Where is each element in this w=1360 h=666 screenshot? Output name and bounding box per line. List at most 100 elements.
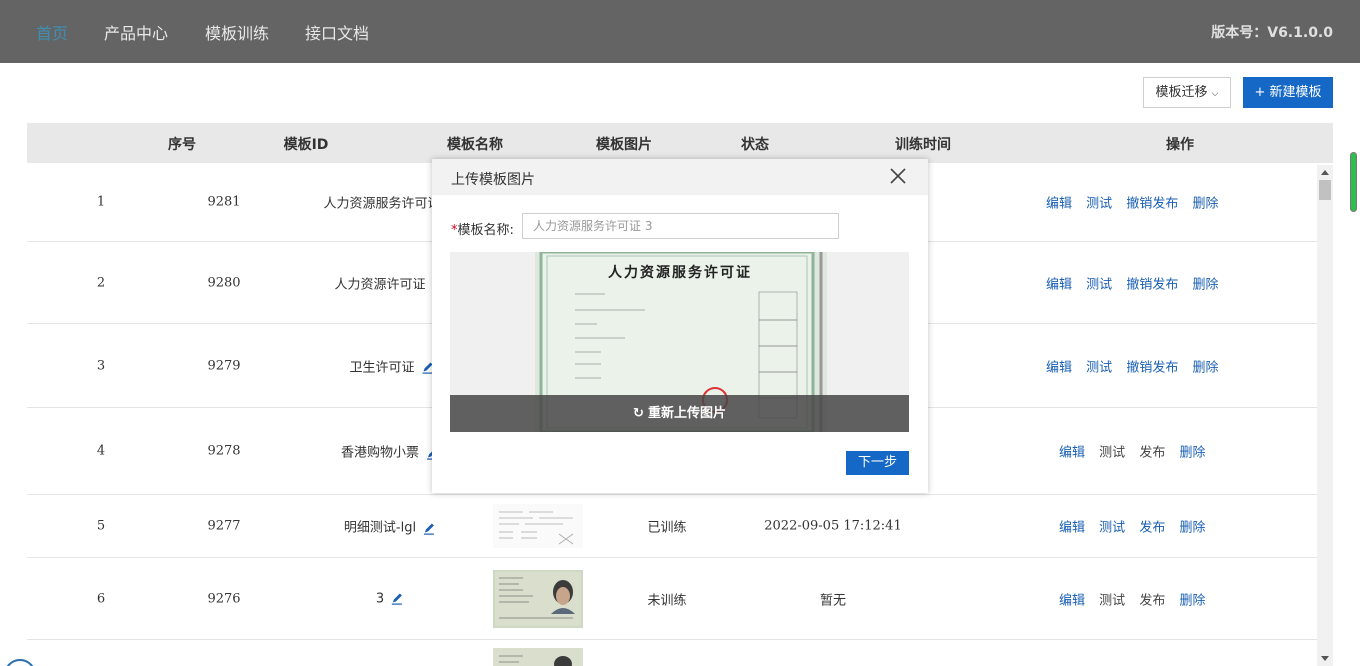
chevron-down-icon: ⌵: [1211, 89, 1219, 99]
publish-link[interactable]: 发布: [1139, 521, 1165, 536]
unpublish-link[interactable]: 撤销发布: [1126, 360, 1178, 375]
header-training-time: 训练时间: [895, 137, 951, 153]
test-link[interactable]: 测试: [1099, 521, 1125, 536]
nav-template-training[interactable]: 模板训练: [205, 20, 269, 44]
preview-document-title: 人力资源服务许可证: [608, 265, 752, 281]
edit-link[interactable]: 编辑: [1046, 360, 1072, 375]
nav-home[interactable]: 首页: [36, 20, 68, 44]
header-template-id: 模板ID: [283, 137, 329, 153]
reupload-image-button[interactable]: ↻ 重新上传图片: [450, 395, 909, 432]
row-name-text: 人力资源许可证: [334, 277, 426, 292]
edit-link[interactable]: 编辑: [1046, 197, 1072, 212]
row-name-text: 人力资源服务许可证: [323, 196, 441, 212]
header-actions: 操作: [1166, 137, 1194, 153]
row-id: 9281: [207, 194, 241, 210]
row-name-text: 卫生许可证: [349, 360, 415, 375]
header-status: 状态: [741, 137, 769, 153]
next-step-button[interactable]: 下一步: [846, 451, 909, 475]
row-training-time: 暂无: [819, 593, 847, 608]
scrollbar-thumb[interactable]: [1319, 180, 1331, 200]
row-actions: 编辑 测试 发布 删除: [1059, 589, 1215, 608]
row-training-time: 2022-09-05 17:12:41: [764, 518, 902, 534]
row-actions: 编辑 测试 发布 删除: [1059, 517, 1215, 536]
upload-template-image-dialog: 上传模板图片 *模板名称: 人力资源服务许可证 3 人力资源服务许可证 ↻ 重新…: [432, 159, 928, 493]
row-id: 9279: [207, 358, 241, 373]
publish-link[interactable]: 发布: [1139, 446, 1165, 461]
version-label: 版本号：V6.1.0.0: [1211, 25, 1333, 41]
template-image-preview: 人力资源服务许可证 ↻ 重新上传图片: [450, 252, 909, 432]
template-migrate-dropdown[interactable]: 模板迁移 ⌵: [1143, 77, 1231, 108]
delete-link[interactable]: 删除: [1192, 360, 1218, 375]
nav-products[interactable]: 产品中心: [104, 20, 168, 44]
delete-link[interactable]: 删除: [1192, 277, 1218, 292]
row-actions: 编辑 测试 发布 删除: [1059, 442, 1215, 461]
delete-link[interactable]: 删除: [1179, 593, 1205, 608]
header-index: 序号: [168, 137, 196, 153]
edit-link[interactable]: 编辑: [1059, 521, 1085, 536]
unpublish-link[interactable]: 撤销发布: [1126, 197, 1178, 212]
row-id: 9278: [207, 443, 241, 459]
row-name: 人力资源许可证: [334, 273, 425, 292]
row-index: 3: [96, 358, 106, 373]
scroll-up-icon[interactable]: [1321, 170, 1329, 175]
row-name: 卫生许可证: [349, 356, 434, 375]
nav-api-docs[interactable]: 接口文档: [305, 20, 369, 44]
floating-help-button[interactable]: [4, 659, 36, 666]
row-actions: 编辑 测试 撤销发布 删除: [1046, 356, 1228, 375]
row-index: 2: [96, 275, 106, 290]
top-navbar: 首页 产品中心 模板训练 接口文档 版本号：V6.1.0.0: [0, 0, 1360, 63]
template-thumbnail[interactable]: [493, 569, 583, 628]
row-index: 1: [96, 194, 106, 210]
row-name-text: 3: [375, 591, 385, 606]
row-name-text: 明细测试-lgl: [343, 520, 417, 536]
template-migrate-label: 模板迁移: [1155, 85, 1208, 100]
row-id: 9276: [207, 591, 241, 606]
dialog-title: 上传模板图片: [451, 172, 535, 188]
pencil-icon[interactable]: [422, 521, 436, 535]
row-actions: 编辑 测试 撤销发布 删除: [1046, 193, 1228, 212]
edit-link[interactable]: 编辑: [1059, 593, 1085, 608]
table-scrollbar[interactable]: [1317, 165, 1333, 666]
dialog-header: 上传模板图片: [432, 159, 928, 195]
pencil-icon[interactable]: [390, 592, 404, 606]
row-status: 已训练: [647, 520, 687, 536]
row-name: 3: [376, 591, 404, 606]
scroll-down-icon[interactable]: [1321, 656, 1329, 661]
template-thumbnail[interactable]: [493, 504, 583, 548]
table-row: 6 9276 3 未训练 暂无 编辑 测试 发布 删除: [27, 558, 1317, 640]
template-name-label-text: 模板名称:: [457, 223, 514, 238]
row-index: 6: [96, 591, 106, 606]
new-template-button[interactable]: + 新建模板: [1243, 77, 1333, 108]
header-template-image: 模板图片: [596, 137, 652, 153]
edit-link[interactable]: 编辑: [1046, 277, 1072, 292]
row-name: 香港购物小票: [341, 442, 439, 461]
test-link[interactable]: 测试: [1099, 593, 1125, 608]
reupload-label: 重新上传图片: [647, 406, 726, 421]
edit-link[interactable]: 编辑: [1059, 446, 1085, 461]
row-id: 9277: [207, 518, 241, 534]
row-index: 5: [96, 518, 106, 534]
table-row: 5 9277 明细测试-lgl 已训练 2022-09-05 17:12:41 …: [27, 495, 1317, 558]
delete-link[interactable]: 删除: [1192, 197, 1218, 212]
template-thumbnail[interactable]: [493, 648, 583, 666]
test-link[interactable]: 测试: [1086, 360, 1112, 375]
page-scrollbar[interactable]: [1350, 152, 1357, 212]
row-status: 未训练: [647, 593, 687, 608]
table-header: 序号 模板ID 模板名称 模板图片 状态 训练时间 操作: [27, 123, 1333, 163]
delete-link[interactable]: 删除: [1179, 521, 1205, 536]
row-name: 明细测试-lgl: [344, 517, 436, 536]
template-name-input[interactable]: 人力资源服务许可证 3: [522, 213, 839, 239]
publish-link[interactable]: 发布: [1139, 593, 1165, 608]
template-name-label: *模板名称:: [451, 219, 514, 238]
test-link[interactable]: 测试: [1086, 197, 1112, 212]
refresh-icon: ↻: [633, 406, 644, 421]
unpublish-link[interactable]: 撤销发布: [1126, 277, 1178, 292]
row-name-text: 香港购物小票: [340, 445, 420, 461]
row-name: 人力资源服务许可证: [323, 193, 440, 212]
row-actions: 编辑 测试 撤销发布 删除: [1046, 273, 1228, 292]
row-id: 9280: [207, 275, 241, 290]
close-icon[interactable]: [889, 167, 907, 185]
test-link[interactable]: 测试: [1099, 446, 1125, 461]
test-link[interactable]: 测试: [1086, 277, 1112, 292]
delete-link[interactable]: 删除: [1179, 446, 1205, 461]
